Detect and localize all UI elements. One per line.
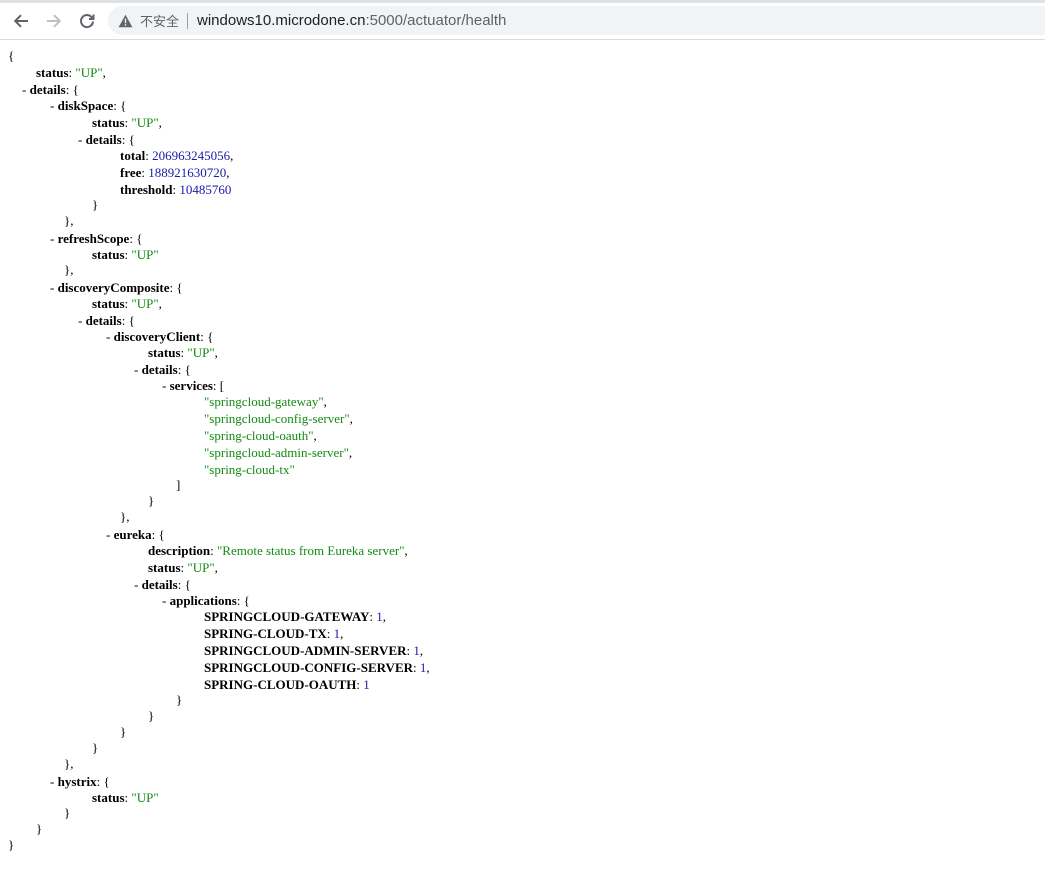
reload-button[interactable] <box>74 8 100 34</box>
json-line-details: - details: { <box>78 313 135 328</box>
json-line-hystrix: - hystrix: { <box>50 774 110 789</box>
json-viewer: { status: "UP", - details: { - diskSpace… <box>0 45 1045 887</box>
url-path: :5000/actuator/health <box>365 12 507 29</box>
json-line-app: SPRING-CLOUD-TX: 1, <box>204 626 344 641</box>
json-line-status: status: "UP", <box>148 560 218 575</box>
json-value: 1 <box>413 643 420 658</box>
json-close-brace: }, <box>64 756 74 771</box>
json-close-brace: }, <box>64 213 74 228</box>
json-value: 10485760 <box>179 182 232 197</box>
url-text[interactable]: windows10.microdone.cn:5000/actuator/hea… <box>197 12 506 29</box>
json-value: "spring-cloud-tx" <box>204 462 295 477</box>
json-array-item: "spring-cloud-tx" <box>204 461 295 478</box>
json-array-item: "spring-cloud-oauth", <box>204 428 317 443</box>
collapse-toggle[interactable]: - <box>50 280 54 295</box>
json-open-brace: { <box>8 48 15 63</box>
json-line-status: status: "UP", <box>92 115 162 130</box>
collapse-toggle[interactable]: - <box>78 313 82 328</box>
json-close-brace: } <box>92 740 99 755</box>
json-value: "UP" <box>131 296 159 311</box>
json-close-brace: }, <box>120 509 130 524</box>
collapse-toggle[interactable]: - <box>162 593 166 608</box>
url-host: windows10.microdone.cn <box>197 12 366 29</box>
json-value: "springcloud-admin-server" <box>204 445 349 460</box>
json-line-threshold: threshold: 10485760 <box>120 182 232 197</box>
json-line-applications: - applications: { <box>162 593 250 608</box>
json-close-brace: } <box>176 692 183 707</box>
json-line-details: - details: { <box>134 577 191 592</box>
json-line-app: SPRINGCLOUD-CONFIG-SERVER: 1, <box>204 660 430 675</box>
arrow-right-icon <box>45 12 63 30</box>
address-bar[interactable]: 不安全 windows10.microdone.cn:5000/actuator… <box>108 6 1045 35</box>
json-value: "UP" <box>187 560 215 575</box>
json-line-refreshscope: - refreshScope: { <box>50 231 143 246</box>
json-line-app: SPRINGCLOUD-GATEWAY: 1, <box>204 609 387 624</box>
json-line-app: SPRING-CLOUD-OAUTH: 1 <box>204 677 370 692</box>
json-line-diskspace: - diskSpace: { <box>50 98 127 113</box>
json-close-brace: } <box>148 708 155 723</box>
json-value: 1 <box>333 626 341 641</box>
json-line-status: status: "UP" <box>92 790 159 805</box>
security-status-label[interactable]: 不安全 <box>140 11 179 30</box>
json-line-details: - details: { <box>134 362 191 377</box>
json-value: "UP" <box>187 345 215 360</box>
json-line-status: status: "UP", <box>36 65 106 80</box>
json-line-description: description: "Remote status from Eureka … <box>148 543 408 558</box>
json-close-brace: } <box>148 493 155 508</box>
forward-button[interactable] <box>41 8 67 34</box>
json-line-details: - details: { <box>22 82 79 97</box>
json-close-bracket: ] <box>176 477 181 492</box>
json-value: 206963245056 <box>152 148 231 163</box>
tab-strip-edge <box>0 0 1045 3</box>
json-line-services: - services: [ <box>162 378 225 393</box>
collapse-toggle[interactable]: - <box>162 378 166 393</box>
warning-icon[interactable] <box>118 13 134 29</box>
json-value: 1 <box>419 660 427 675</box>
json-value: 1 <box>363 677 370 692</box>
json-close-brace: } <box>36 821 43 836</box>
collapse-toggle[interactable]: - <box>134 577 138 592</box>
json-value: "springcloud-config-server" <box>204 411 350 426</box>
json-value: "UP" <box>75 65 103 80</box>
json-line-discoveryclient: - discoveryClient: { <box>106 329 214 344</box>
json-value: "Remote status from Eureka server" <box>217 543 405 558</box>
json-value: "UP" <box>131 115 159 130</box>
json-close-brace: } <box>92 197 99 212</box>
json-value: "UP" <box>131 247 159 262</box>
json-value: 1 <box>376 609 383 624</box>
json-line-discoverycomposite: - discoveryComposite: { <box>50 280 183 295</box>
collapse-toggle[interactable]: - <box>22 82 26 97</box>
json-close-brace: } <box>120 724 127 739</box>
browser-toolbar: 不安全 windows10.microdone.cn:5000/actuator… <box>0 0 1045 40</box>
collapse-toggle[interactable]: - <box>50 98 54 113</box>
json-close-brace: }, <box>64 262 74 277</box>
json-value: "spring-cloud-oauth" <box>204 428 314 443</box>
reload-icon <box>78 12 96 30</box>
collapse-toggle[interactable]: - <box>50 231 54 246</box>
json-line-eureka: - eureka: { <box>106 527 165 542</box>
omnibox-divider <box>187 12 189 29</box>
json-line-status: status: "UP" <box>92 247 159 262</box>
arrow-left-icon <box>12 12 30 30</box>
json-value: "springcloud-gateway" <box>204 394 324 409</box>
json-array-item: "springcloud-admin-server", <box>204 445 353 460</box>
back-button[interactable] <box>8 8 34 34</box>
json-line-free: free: 188921630720, <box>120 165 230 180</box>
json-value: 188921630720 <box>148 165 227 180</box>
json-line-total: total: 206963245056, <box>120 148 234 163</box>
collapse-toggle[interactable]: - <box>50 774 54 789</box>
json-close-brace: } <box>8 837 15 852</box>
collapse-toggle[interactable]: - <box>106 527 110 542</box>
json-value: "UP" <box>131 790 159 805</box>
collapse-toggle[interactable]: - <box>106 329 110 344</box>
json-line-app: SPRINGCLOUD-ADMIN-SERVER: 1, <box>204 643 424 658</box>
json-line-status: status: "UP", <box>148 345 218 360</box>
json-array-item: "springcloud-gateway", <box>204 394 327 409</box>
json-line-status: status: "UP", <box>92 296 162 311</box>
json-line-details: - details: { <box>78 132 135 147</box>
json-close-brace: } <box>64 805 71 820</box>
collapse-toggle[interactable]: - <box>78 132 82 147</box>
json-array-item: "springcloud-config-server", <box>204 411 353 426</box>
collapse-toggle[interactable]: - <box>134 362 138 377</box>
